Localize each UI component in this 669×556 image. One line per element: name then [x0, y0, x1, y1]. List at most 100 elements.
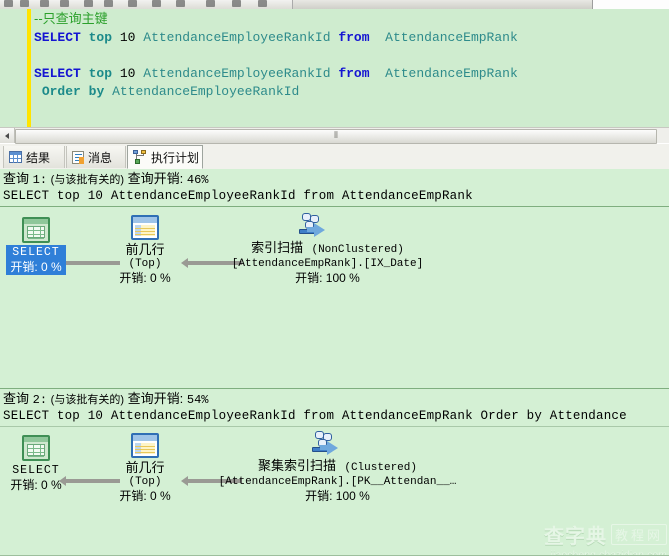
sql-token: from — [338, 66, 370, 81]
document-tab-overflow[interactable] — [592, 0, 669, 9]
index-scan-operator-icon — [297, 213, 327, 239]
plan-header-cost-value: 46% — [186, 173, 209, 187]
top-operator-icon — [131, 433, 159, 458]
plan-node-top-sub: (Top) — [128, 476, 162, 488]
sql-token: by — [88, 84, 105, 99]
sql-token: AttendanceEmpRank — [385, 66, 518, 81]
plan-block: 查询 1: (与该批有关的) 查询开销: 46% SELECT top 10 A… — [0, 169, 669, 388]
plan-node-select[interactable]: SELECT 开销: 0 % — [0, 217, 72, 275]
sql-code-line: SELECT top 10 AttendanceEmployeeRankId f… — [34, 29, 518, 47]
plan-node-top[interactable]: 前几行 (Top) 开销: 0 % — [110, 215, 180, 286]
sql-editor-pane[interactable]: --只查询主键 SELECT top 10 AttendanceEmployeeR… — [0, 9, 669, 127]
scroll-left-arrow-icon[interactable] — [0, 128, 15, 143]
plan-header-prefix: 查询 — [3, 171, 30, 186]
ssms-window: --只查询主键 SELECT top 10 AttendanceEmployeeR… — [0, 0, 669, 556]
message-icon — [72, 150, 84, 164]
plan-node-select-label: SELECT — [12, 464, 60, 477]
plan-node-top-sub: (Top) — [128, 258, 162, 270]
plan-node-scan-label: 聚集索引扫描 — [258, 458, 337, 473]
top-operator-icon — [131, 215, 159, 240]
plan-header-cost-value: 54% — [186, 393, 209, 407]
sql-token: 10 — [119, 30, 136, 45]
execution-plan-pane[interactable]: 查询 1: (与该批有关的) 查询开销: 46% SELECT top 10 A… — [0, 169, 669, 556]
toolbar-icon[interactable] — [128, 0, 137, 7]
editor-change-bar — [27, 9, 31, 127]
plan-node-scan-cost: 开销: 100 % — [305, 489, 370, 503]
plan-header: 查询 1: (与该批有关的) 查询开销: 46% — [0, 169, 669, 188]
sql-token: top — [88, 30, 113, 45]
results-tab-strip: 结果 消息 执行计划 — [0, 144, 669, 170]
toolbar-icon[interactable] — [206, 0, 215, 7]
toolbar-icon[interactable] — [232, 0, 241, 7]
plan-node-scan-kind: (NonClustered) — [311, 244, 404, 256]
plan-arrow-head-icon — [181, 476, 188, 486]
plan-node-top-label: 前几行 — [125, 460, 165, 475]
plan-header-batch: (与该批有关的) — [50, 174, 124, 186]
plan-node-top-cost: 开销: 0 % — [119, 271, 171, 285]
tab-execution-plan-label: 执行计划 — [151, 150, 200, 165]
document-tab-strip[interactable] — [292, 0, 594, 9]
sql-code-line: Order by AttendanceEmployeeRankId — [34, 83, 518, 101]
plan-node-scan[interactable]: 聚集索引扫描 (Clustered) [AttendanceEmpRank].[… — [205, 431, 470, 504]
toolbar-icon[interactable] — [40, 0, 49, 7]
plan-node-select-highlight: SELECT 开销: 0 % — [6, 245, 66, 275]
toolbar-icon[interactable] — [176, 0, 185, 7]
plan-header-index: 2: — [32, 393, 48, 407]
plan-node-scan-object: [AttendanceEmpRank].[PK__Attendan__… — [218, 476, 457, 488]
sql-token: AttendanceEmployeeRankId — [112, 84, 300, 99]
toolbar-icon[interactable] — [104, 0, 113, 7]
sql-token: AttendanceEmployeeRankId — [143, 30, 331, 45]
toolbar-icon[interactable] — [152, 0, 161, 7]
execution-plan-icon — [133, 150, 147, 164]
plan-header-cost-label: 查询开销: — [127, 391, 184, 406]
sql-token: Order — [41, 84, 81, 99]
toolbar-icon[interactable] — [60, 0, 69, 7]
tab-results-label: 结果 — [26, 150, 51, 165]
sql-token: AttendanceEmployeeRankId — [143, 66, 331, 81]
tab-messages-label: 消息 — [88, 150, 113, 165]
tab-messages[interactable]: 消息 — [66, 146, 126, 168]
plan-sql-text: SELECT top 10 AttendanceEmployeeRankId f… — [3, 409, 627, 423]
plan-node-scan-label: 索引扫描 — [251, 240, 304, 255]
plan-node-select-label: SELECT — [12, 246, 60, 259]
sql-token: --只查询主键 — [34, 11, 108, 26]
plan-node-select[interactable]: SELECT 开销: 0 % — [0, 435, 72, 493]
tab-results[interactable]: 结果 — [3, 146, 65, 168]
plan-node-select-cost: 开销: 0 % — [10, 478, 62, 492]
plan-arrow-head-icon — [181, 258, 188, 268]
plan-header-batch: (与该批有关的) — [50, 394, 124, 406]
plan-node-scan-cost: 开销: 100 % — [295, 271, 360, 285]
plan-node-scan-object: [AttendanceEmpRank].[IX_Date] — [231, 258, 424, 270]
sql-token: from — [338, 30, 370, 45]
tab-execution-plan[interactable]: 执行计划 — [127, 145, 203, 169]
sql-code-line — [34, 47, 518, 65]
watermark: 查字典 教程网 jiaocheng.chazidian.com — [492, 520, 667, 556]
editor-horizontal-scrollbar[interactable]: ⦀ — [0, 127, 669, 144]
toolbar-icon[interactable] — [84, 0, 93, 7]
plan-node-scan-kind: (Clustered) — [344, 462, 417, 474]
select-operator-icon — [22, 435, 50, 461]
toolbar-icon[interactable] — [20, 0, 29, 7]
toolbar-icon[interactable] — [258, 0, 267, 7]
toolbar-icon[interactable] — [4, 0, 13, 7]
sql-token: 10 — [119, 66, 136, 81]
scrollbar-thumb[interactable]: ⦀ — [15, 129, 657, 144]
plan-header: 查询 2: (与该批有关的) 查询开销: 54% — [0, 389, 669, 408]
plan-node-select-cost: 开销: 0 % — [10, 260, 62, 274]
plan-node-scan[interactable]: 索引扫描 (NonClustered) [AttendanceEmpRank].… — [215, 213, 440, 286]
sql-code-text[interactable]: --只查询主键 SELECT top 10 AttendanceEmployeeR… — [34, 10, 518, 101]
scrollbar-grip-icon: ⦀ — [334, 131, 338, 141]
plan-node-top[interactable]: 前几行 (Top) 开销: 0 % — [110, 433, 180, 504]
sql-token: SELECT — [34, 66, 81, 81]
plan-graph: SELECT 开销: 0 % 前几行 (Top) 开销: 0 % 索引扫描 (N… — [0, 207, 669, 387]
watermark-boxed-text: 教程网 — [610, 524, 667, 545]
plan-header-prefix: 查询 — [3, 391, 30, 406]
